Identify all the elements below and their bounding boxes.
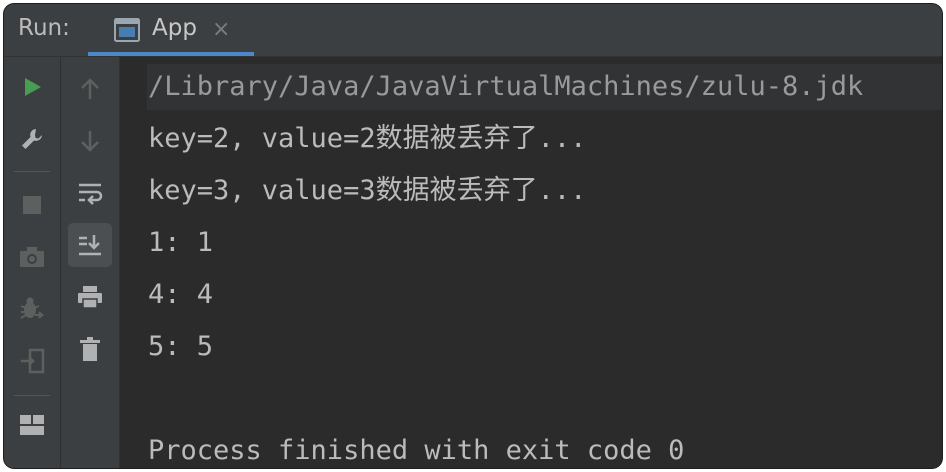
soft-wrap-button[interactable] xyxy=(68,171,112,215)
close-icon[interactable]: × xyxy=(212,17,230,42)
print-icon xyxy=(78,286,102,309)
stop-button[interactable] xyxy=(10,183,54,227)
tab-app-label: App xyxy=(152,15,197,41)
down-arrow-icon xyxy=(81,131,99,152)
scroll-to-end-icon xyxy=(79,235,101,256)
next-occurrence-button[interactable] xyxy=(68,119,112,163)
dump-threads-button[interactable] xyxy=(10,235,54,279)
debug-icon xyxy=(20,297,45,319)
run-icon xyxy=(25,78,41,96)
console-window-icon xyxy=(114,18,140,42)
layout-button[interactable] xyxy=(10,403,54,447)
toolbar-separator xyxy=(14,395,50,396)
debug-button[interactable] xyxy=(10,287,54,331)
tab-app[interactable]: App × xyxy=(88,4,254,56)
trash-icon xyxy=(80,337,100,361)
camera-icon xyxy=(20,247,44,267)
toolbar-separator xyxy=(14,171,50,172)
layout-icon xyxy=(20,415,44,435)
console-line: key=3, value=3数据被丢弃了... xyxy=(148,175,587,206)
console-line: key=2, value=2数据被丢弃了... xyxy=(148,123,587,154)
console-command-line: /Library/Java/JavaVirtualMachines/zulu-8… xyxy=(148,71,864,102)
settings-button[interactable] xyxy=(10,117,54,161)
exit-button[interactable] xyxy=(10,339,54,383)
previous-occurrence-button[interactable] xyxy=(68,67,112,111)
soft-wrap-icon xyxy=(79,183,103,205)
console-output[interactable]: /Library/Java/JavaVirtualMachines/zulu-8… xyxy=(120,57,942,468)
print-button[interactable] xyxy=(68,275,112,319)
rerun-button[interactable] xyxy=(10,65,54,109)
scroll-to-end-button[interactable] xyxy=(68,223,112,267)
up-arrow-icon xyxy=(81,78,99,99)
stop-icon xyxy=(23,196,41,214)
run-toolbar-secondary xyxy=(61,57,120,468)
run-tool-window: Run: App × /Library/Java/JavaVirtualMach… xyxy=(4,4,942,468)
console-line: 4: 4 xyxy=(148,279,214,310)
wrench-icon xyxy=(22,129,42,149)
process-exit-message: Process finished with exit code 0 xyxy=(148,435,685,466)
clear-all-button[interactable] xyxy=(68,327,112,371)
run-tab-bar: Run: App × xyxy=(4,4,942,57)
run-label: Run: xyxy=(18,15,70,41)
tab-selected-indicator xyxy=(88,52,254,56)
run-toolbar-primary xyxy=(4,57,61,468)
console-line: 5: 5 xyxy=(148,331,214,362)
exit-icon xyxy=(21,348,45,374)
console-line: 1: 1 xyxy=(148,227,214,258)
